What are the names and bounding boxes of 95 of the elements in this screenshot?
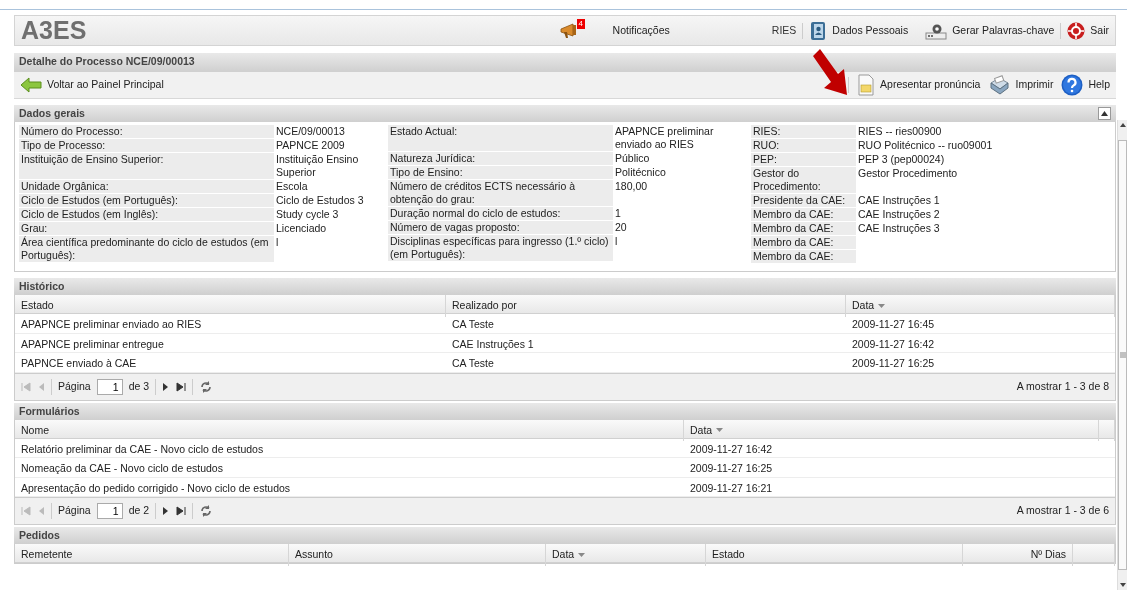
page-input[interactable]: 1 [96,378,123,395]
field-value: CAE Instruções 3 [857,222,941,235]
field-label: Tipo de Ensino: [388,166,613,179]
table-cell-text: 2009-11-27 16:21 [689,480,774,496]
field-label: Membro da CAE: [751,250,856,263]
field-label: Ciclo de Estudos (em Português): [19,194,274,207]
column-header[interactable]: Nome [15,419,684,442]
field-value: Instituição Ensino Superior [275,153,360,179]
table-cell-text: 2009-11-27 16:42 [689,441,774,457]
field-label: Presidente da CAE: [751,194,856,207]
field-value: CAE Instruções 1 [857,194,941,207]
column-header[interactable]: Remetente [15,544,289,566]
page-label: Página [58,378,91,394]
column-header[interactable]: Nº Dias [963,544,1073,566]
logo: A3ES [21,14,87,46]
table-cell-text: CA Teste [451,317,495,332]
field-label: Estado Actual: [388,125,613,151]
field-value: Escola [275,180,309,193]
section-title: Formulários [14,402,1116,420]
table-cell-text: CAE Instruções 1 [451,336,535,352]
field-value: PEP 3 (pep00024) [857,153,946,166]
field-label: Tipo de Processo: [19,139,274,152]
field-value: 1 [614,207,622,220]
field-value: l [275,236,280,250]
field-label: RIES: [751,125,856,138]
back-button[interactable]: Voltar ao Painel Principal [20,77,164,93]
section-title: Pedidos [14,527,1116,544]
table-cell-text: 2009-11-27 16:25 [851,356,936,371]
field-value: Politécnico [614,166,667,179]
field-value: APAPNCE preliminar enviado ao RIES [614,125,715,151]
column-header[interactable]: Data [846,295,1115,317]
table-cell-text: Apresentação do pedido corrigido - Novo ciclo de estudos [20,480,292,496]
field-value: PAPNCE 2009 [275,139,346,152]
notifications-button[interactable]: 4 Notificações [558,21,670,40]
field-value: Study cycle 3 [275,208,340,221]
field-label: Membro da CAE: [751,222,856,235]
field-label: Número de créditos ECTS necessário à obtenção do grau: [388,180,613,206]
field-label: Gestor do Procedimento: [751,167,856,193]
field-label: Duração normal do ciclo de estudos: [388,207,613,220]
table-cell-text: 2009-11-27 16:25 [689,461,774,476]
column-header[interactable]: Estado [15,295,446,317]
field-label: Grau: [19,222,274,235]
table-cell-text: 2009-11-27 16:45 [851,317,936,332]
page-count: de 3 [128,378,150,394]
count-badge: 4 [576,18,586,29]
field-label: Instituição de Ensino Superior: [19,153,274,179]
table-cell-text: Relatório preliminar da CAE - Novo ciclo de estudos [20,441,265,457]
page-title: Detalhe do Processo NCE/09/00013 [14,53,1116,72]
field-label: RUO: [751,139,856,152]
toolbar-button[interactable]: Help [1061,74,1110,96]
toolbar-button[interactable]: Imprimir [988,75,1054,95]
page-summary: A mostrar 1 - 3 de 6 [1016,503,1109,519]
field-label: Ciclo de Estudos (em Inglês): [19,208,274,221]
field-value: CAE Instruções 2 [857,208,941,221]
field-value: NCE/09/00013 [275,125,346,138]
header-link[interactable]: Gerar Palavras-chave [925,21,1055,40]
field-value: RUO Politécnico -- ruo09001 [857,139,994,152]
page-label: Página [58,503,91,519]
field-label: Número de vagas proposto: [388,221,613,234]
field-value: RIES -- ries00900 [857,125,943,138]
header-link[interactable]: Dados Pessoais [809,20,909,41]
header-link[interactable]: Sair [1067,21,1109,40]
table-cell-text: PAPNCE enviado à CAE [20,356,138,371]
user-name: RIES [771,22,797,38]
column-header[interactable]: Realizado por [446,295,846,317]
field-label: Natureza Jurídica: [388,152,613,165]
page-count: de 2 [128,503,150,519]
field-value: Ciclo de Estudos 3 [275,194,365,207]
field-label: Disciplinas específicas para ingresso (1.º ciclo) (em Português): [388,235,613,261]
section-title: Histórico [14,278,1116,295]
column-header[interactable]: Assunto [289,544,546,566]
table-cell-text: Nomeação da CAE - Novo ciclo de estudos [20,461,224,476]
field-value: 180,00 [614,180,649,194]
field-value: Público [614,152,651,165]
table-cell-text: APAPNCE preliminar enviado ao RIES [20,317,203,332]
section-title: Dados gerais [19,107,85,120]
toolbar-button[interactable]: Apresentar pronúncia [857,74,981,96]
field-value: Licenciado [275,222,328,235]
column-header[interactable]: Data [684,419,1099,442]
field-value: 20 [614,221,628,234]
field-value: Gestor Procedimento [857,167,959,181]
column-header[interactable]: Estado [706,544,963,566]
field-label: Unidade Orgânica: [19,180,274,193]
field-value: l [614,235,619,249]
table-cell-text: APAPNCE preliminar entregue [20,336,165,352]
field-label: Membro da CAE: [751,236,856,249]
page-input[interactable]: 1 [96,503,123,519]
page-summary: A mostrar 1 - 3 de 8 [1016,378,1109,394]
column-header[interactable]: Data [546,544,706,566]
table-cell-text: CA Teste [451,356,495,371]
table-cell-text: 2009-11-27 16:42 [851,336,936,352]
field-label: Área científica predominante do ciclo de estudos (em Português): [19,236,274,262]
field-label: PEP: [751,153,856,166]
field-label: Número do Processo: [19,125,274,138]
field-label: Membro da CAE: [751,208,856,221]
